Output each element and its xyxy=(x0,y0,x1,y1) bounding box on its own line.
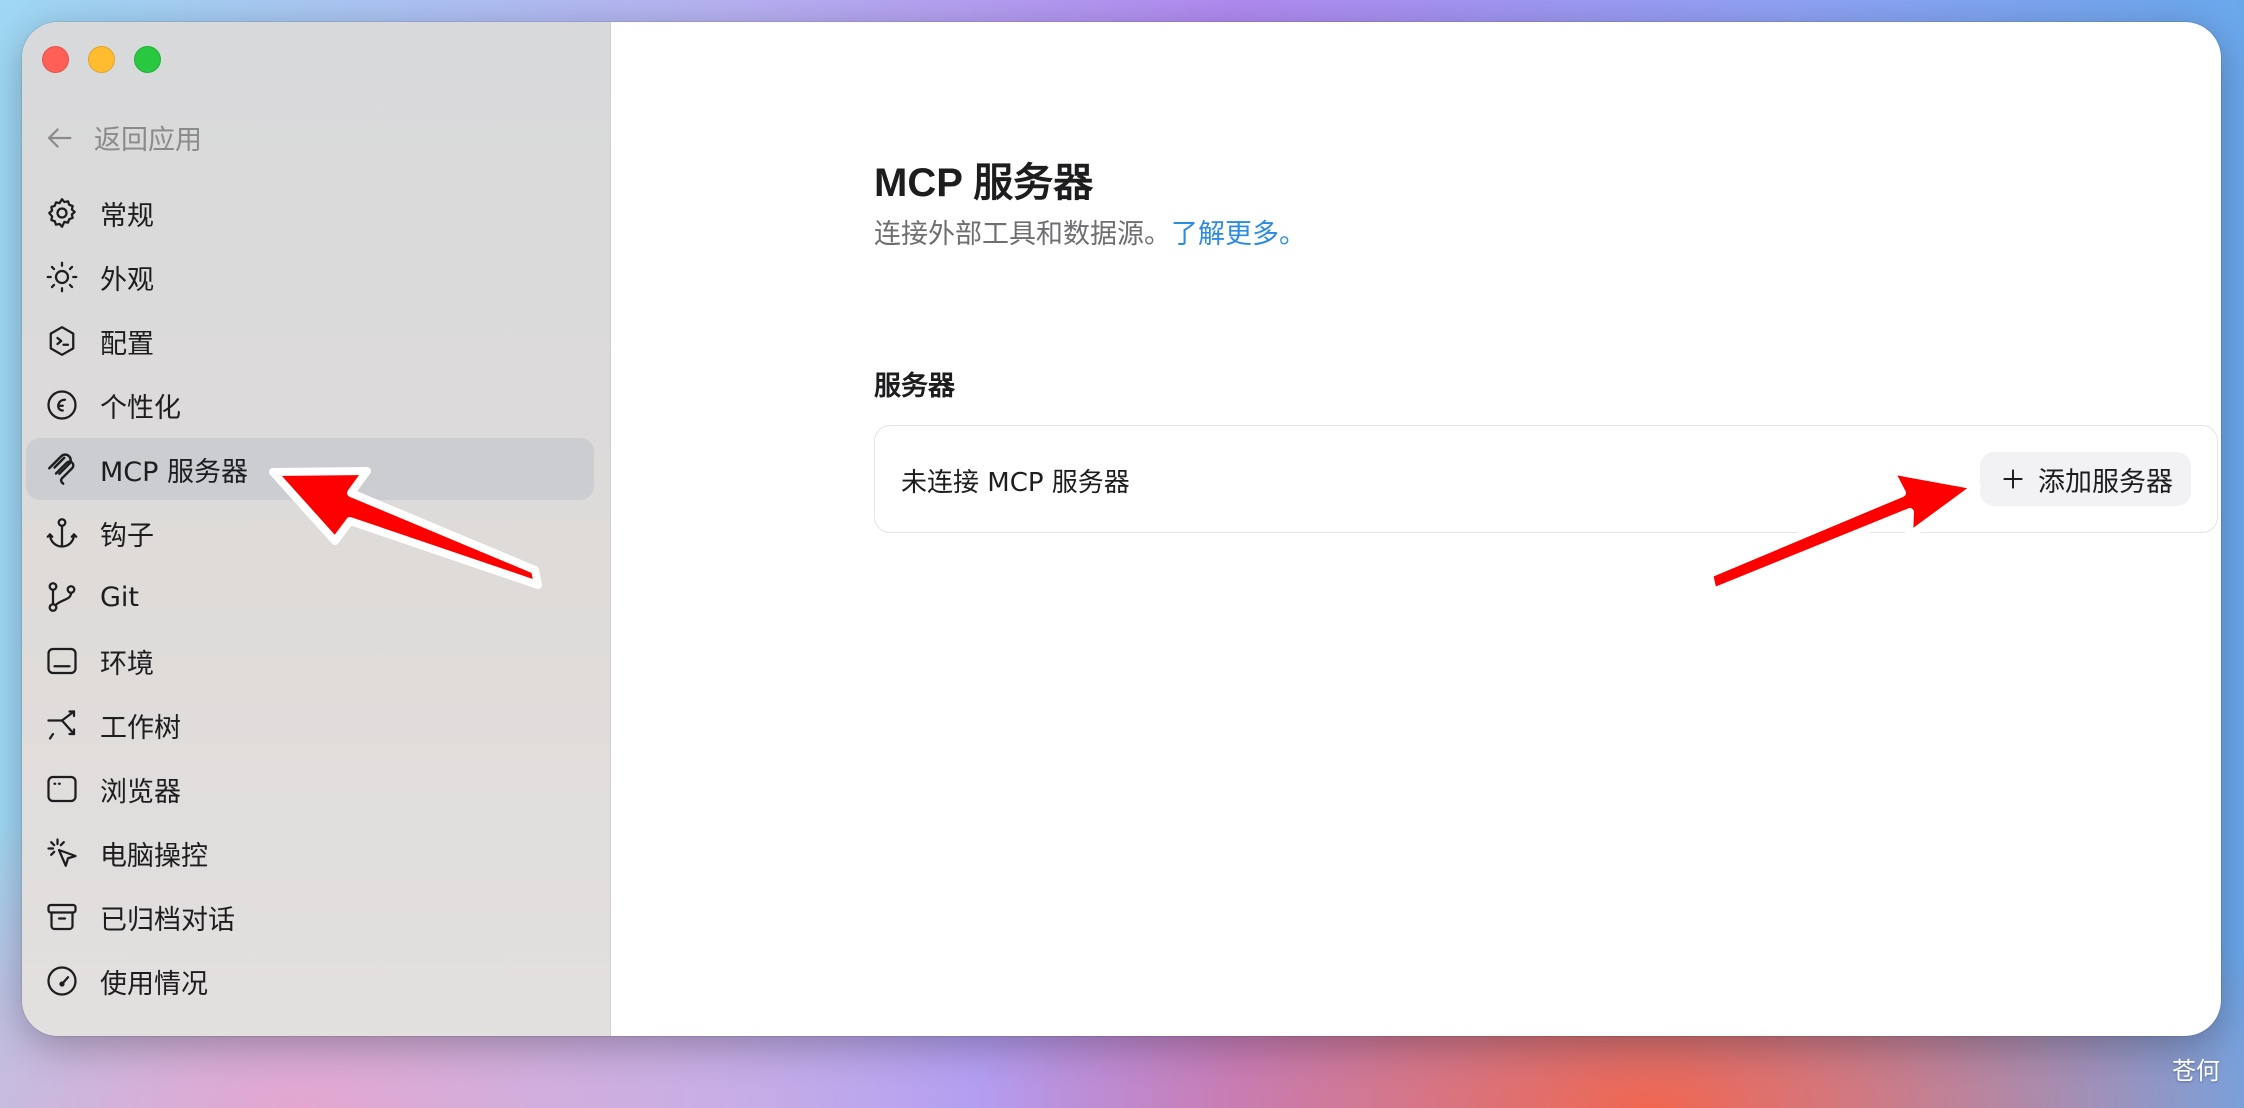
add-server-label: 添加服务器 xyxy=(2038,466,2173,498)
smile-icon xyxy=(44,387,80,423)
no-servers-text: 未连接 MCP 服务器 xyxy=(901,468,1130,498)
sidebar-item-label: Git xyxy=(100,581,140,613)
watermark: 苍何 xyxy=(2172,1057,2220,1085)
servers-section-label: 服务器 xyxy=(874,371,955,402)
sidebar-item-label: 浏览器 xyxy=(100,776,181,808)
back-to-app-button[interactable]: 返回应用 xyxy=(42,118,202,157)
git-branch-icon xyxy=(44,579,80,615)
sidebar-item-label: 常规 xyxy=(100,200,154,232)
learn-more-link[interactable]: 了解更多。 xyxy=(1171,219,1306,250)
sun-icon xyxy=(44,259,80,295)
shield-terminal-icon xyxy=(44,323,80,359)
sidebar-item-label: 配置 xyxy=(100,328,154,360)
sidebar-item-browser[interactable]: 浏览器 xyxy=(26,758,594,820)
settings-window: 返回应用 常规 外观 配置 个性化 MCP 服务器 钩子 Git 环境 工作树 … xyxy=(22,22,2221,1036)
minimize-window-button[interactable] xyxy=(88,46,115,73)
back-to-app-label: 返回应用 xyxy=(94,125,202,156)
close-window-button[interactable] xyxy=(42,46,69,73)
sidebar-item-usage[interactable]: 使用情况 xyxy=(26,950,594,1012)
sidebar-item-label: MCP 服务器 xyxy=(100,456,249,488)
window-controls xyxy=(42,46,161,73)
settings-nav: 常规 外观 配置 个性化 MCP 服务器 钩子 Git 环境 工作树 浏览器 电… xyxy=(26,182,594,1014)
main-content: MCP 服务器 连接外部工具和数据源。了解更多。 服务器 未连接 MCP 服务器… xyxy=(612,22,2221,1036)
sidebar-item-general[interactable]: 常规 xyxy=(26,182,594,244)
sidebar-item-environment[interactable]: 环境 xyxy=(26,630,594,692)
sidebar-item-config[interactable]: 配置 xyxy=(26,310,594,372)
servers-card: 未连接 MCP 服务器 添加服务器 xyxy=(874,425,2218,533)
plus-icon xyxy=(2003,469,2023,489)
subtitle-text: 连接外部工具和数据源。 xyxy=(874,219,1171,250)
sidebar-item-personalization[interactable]: 个性化 xyxy=(26,374,594,436)
sidebar-item-mcp-servers[interactable]: MCP 服务器 xyxy=(26,438,594,500)
zoom-window-button[interactable] xyxy=(134,46,161,73)
sidebar: 返回应用 常规 外观 配置 个性化 MCP 服务器 钩子 Git 环境 工作树 … xyxy=(22,22,611,1036)
sidebar-item-label: 钩子 xyxy=(100,520,154,552)
archive-icon xyxy=(44,899,80,935)
sidebar-item-label: 外观 xyxy=(100,264,154,296)
worktree-icon xyxy=(44,707,80,743)
sidebar-item-label: 电脑操控 xyxy=(100,840,208,872)
arrow-left-icon xyxy=(47,127,72,148)
sidebar-item-label: 工作树 xyxy=(100,712,181,744)
environment-icon xyxy=(44,643,80,679)
anchor-icon xyxy=(44,515,80,551)
gauge-icon xyxy=(44,963,80,999)
sidebar-item-archived-chats[interactable]: 已归档对话 xyxy=(26,886,594,948)
mcp-icon xyxy=(44,451,80,487)
sidebar-item-label: 环境 xyxy=(100,648,154,680)
sidebar-item-git[interactable]: Git xyxy=(26,566,594,628)
sidebar-item-computer-control[interactable]: 电脑操控 xyxy=(26,822,594,884)
page-subtitle: 连接外部工具和数据源。了解更多。 xyxy=(874,212,1306,251)
sidebar-item-worktree[interactable]: 工作树 xyxy=(26,694,594,756)
page-title: MCP 服务器 xyxy=(874,161,1094,205)
sidebar-item-label: 使用情况 xyxy=(100,968,208,1000)
sidebar-item-label: 个性化 xyxy=(100,392,181,424)
sidebar-item-label: 已归档对话 xyxy=(100,904,235,936)
sidebar-item-appearance[interactable]: 外观 xyxy=(26,246,594,308)
sidebar-item-hooks[interactable]: 钩子 xyxy=(26,502,594,564)
cursor-click-icon xyxy=(44,835,80,871)
browser-icon xyxy=(44,771,80,807)
gear-icon xyxy=(44,195,80,231)
add-server-button[interactable]: 添加服务器 xyxy=(1980,452,2191,506)
